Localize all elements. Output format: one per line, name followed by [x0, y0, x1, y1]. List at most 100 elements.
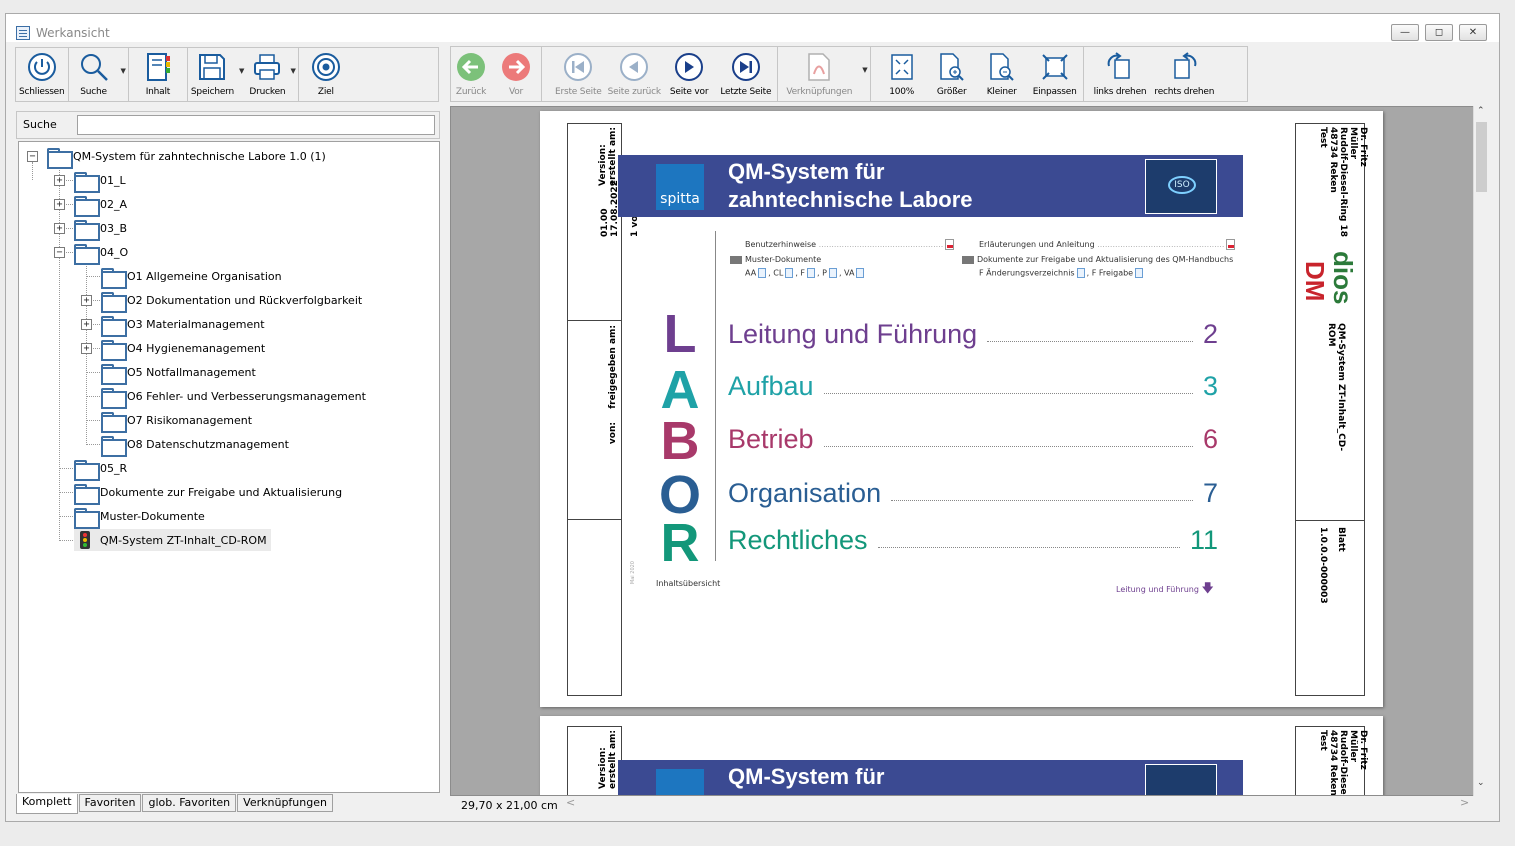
chevron-down-icon[interactable]: ▼: [119, 67, 128, 75]
zoom-100-button[interactable]: 100%: [877, 47, 927, 101]
expand-toggle[interactable]: +: [54, 199, 65, 210]
toc-item-leitung[interactable]: Leitung und Führung 2: [728, 319, 1218, 350]
folder-icon: [101, 267, 127, 289]
save-tool-button[interactable]: Speichern: [188, 48, 237, 101]
scroll-thumb[interactable]: [1476, 122, 1487, 192]
tree-item[interactable]: O2 Dokumentation und Rückverfolgbarkeit: [101, 290, 362, 313]
tree-item[interactable]: O1 Allgemeine Organisation: [101, 266, 282, 289]
power-icon: [25, 50, 59, 84]
minimize-button[interactable]: —: [1391, 24, 1419, 41]
blatt-value: 1.0.0.0-000003: [1318, 527, 1328, 604]
close-tool-button[interactable]: Schliessen: [16, 48, 68, 101]
tree-root[interactable]: QM-System für zahntechnische Labore 1.0 …: [47, 146, 326, 169]
tree-item[interactable]: Muster-Dokumente: [74, 506, 205, 529]
toc-item-rechtliches[interactable]: Rechtliches 11: [728, 525, 1218, 556]
previous-page-button[interactable]: Seite zurück: [605, 47, 664, 101]
vertical-scrollbar[interactable]: ⌃ ⌄: [1473, 106, 1489, 796]
expand-toggle[interactable]: +: [54, 175, 65, 186]
rotate-right-button[interactable]: rechts drehen: [1150, 47, 1218, 101]
play-right-icon: [672, 50, 706, 84]
folder-icon: [101, 435, 127, 457]
tree-item[interactable]: 05_R: [74, 458, 127, 481]
tree-item[interactable]: 01_L: [74, 170, 126, 193]
zoom-out-button[interactable]: Kleiner: [977, 47, 1027, 101]
tree-item[interactable]: 03_B: [74, 218, 127, 241]
doc-icon: [807, 268, 816, 278]
expand-toggle[interactable]: +: [54, 223, 65, 234]
skip-start-icon: [561, 50, 595, 84]
play-left-icon: [617, 50, 651, 84]
scroll-up-icon[interactable]: ⌃: [1477, 106, 1485, 116]
fit-page-icon: [1038, 50, 1072, 84]
zoom-in-button[interactable]: Größer: [927, 47, 977, 101]
folder-icon: [74, 483, 100, 505]
toc-item-aufbau[interactable]: Aufbau 3: [728, 371, 1218, 402]
chevron-down-icon[interactable]: ▼: [860, 66, 869, 74]
chevron-down-icon[interactable]: ▼: [237, 67, 246, 75]
tab-komplett[interactable]: Komplett: [16, 794, 78, 814]
scroll-right-icon[interactable]: >: [1460, 796, 1469, 809]
footer-right-link[interactable]: Leitung und Führung 🡇: [1116, 579, 1214, 600]
expand-toggle[interactable]: +: [81, 295, 92, 306]
footer-left: Inhaltsübersicht: [656, 579, 721, 588]
folder-icon: [101, 387, 127, 409]
tree-item[interactable]: O5 Notfallmanagement: [101, 362, 256, 385]
tab-verknuepfungen[interactable]: Verknüpfungen: [237, 794, 333, 812]
expand-toggle[interactable]: +: [81, 343, 92, 354]
scroll-left-icon[interactable]: <: [566, 796, 575, 809]
expand-toggle[interactable]: +: [81, 319, 92, 330]
tree-item[interactable]: 02_A: [74, 194, 127, 217]
links-button[interactable]: Verknüpfungen: [778, 47, 860, 101]
doc-icon: [856, 268, 865, 278]
window-title: Werkansicht: [36, 26, 110, 40]
scroll-down-icon[interactable]: ⌄: [1477, 778, 1485, 788]
maximize-button[interactable]: ◻: [1425, 24, 1453, 41]
search-tool-button[interactable]: Suche: [69, 48, 119, 101]
doc-icon: [828, 268, 837, 278]
folder-icon: [962, 255, 974, 264]
toc-item-betrieb[interactable]: Betrieb 6: [728, 424, 1218, 455]
first-page-button[interactable]: Erste Seite: [552, 47, 605, 101]
folder-icon: [74, 219, 100, 241]
tab-glob-favoriten[interactable]: glob. Favoriten: [142, 794, 237, 812]
search-row: Suche: [16, 111, 440, 139]
sample-docs-link[interactable]: Muster-Dokumente: [730, 255, 821, 264]
collapse-toggle[interactable]: −: [54, 247, 65, 258]
save-icon: [195, 50, 229, 84]
tree-item[interactable]: O3 Materialmanagement: [101, 314, 265, 337]
next-page-button[interactable]: Seite vor: [664, 47, 714, 101]
content-tool-button[interactable]: Inhalt: [129, 48, 187, 101]
tree-item[interactable]: O6 Fehler- und Verbesserungsmanagement: [101, 386, 366, 409]
folder-icon: [730, 255, 742, 264]
target-tool-button[interactable]: Ziel: [299, 48, 353, 101]
spitta-logo: spitta: [656, 164, 704, 210]
back-button[interactable]: Zurück: [451, 47, 491, 101]
doc-icon: [785, 268, 794, 278]
rotate-left-button[interactable]: links drehen: [1090, 47, 1151, 101]
tree-item[interactable]: Dokumente zur Freigabe und Aktualisierun…: [74, 482, 342, 505]
page-size-readout: 29,70 x 21,00 cm: [461, 799, 558, 812]
release-docs-link[interactable]: Dokumente zur Freigabe und Aktualisierun…: [962, 255, 1233, 264]
explanations-link[interactable]: Erläuterungen und Anleitung ............…: [979, 239, 1236, 250]
forward-button[interactable]: Vor: [491, 47, 541, 101]
close-button[interactable]: ✕: [1459, 24, 1487, 41]
toc-item-organisation[interactable]: Organisation 7: [728, 478, 1218, 509]
last-page-button[interactable]: Letzte Seite: [714, 47, 777, 101]
collapse-toggle[interactable]: −: [27, 151, 38, 162]
pdf-link-icon: [802, 50, 836, 84]
print-tool-button[interactable]: Drucken: [246, 48, 288, 101]
tab-favoriten[interactable]: Favoriten: [78, 794, 142, 812]
tree-tabs: Komplett Favoriten glob. Favoriten Verkn…: [16, 794, 334, 814]
tree-item-selected[interactable]: QM-System ZT-Inhalt_CD-ROM: [74, 529, 271, 551]
fit-button[interactable]: Einpassen: [1027, 47, 1083, 101]
search-input[interactable]: [77, 115, 435, 135]
rotate-right-icon: [1167, 50, 1201, 84]
doc-title: QM-System ZT-Inhalt_CD- ROM: [1326, 323, 1346, 452]
tree-item[interactable]: O7 Risikomanagement: [101, 410, 252, 433]
chevron-down-icon[interactable]: ▼: [288, 67, 297, 75]
tree-item[interactable]: O8 Datenschutzmanagement: [101, 434, 289, 457]
print-icon: [250, 50, 284, 84]
tree-item[interactable]: O4 Hygienemanagement: [101, 338, 265, 361]
user-notes-link[interactable]: Benutzerhinweise .......................…: [745, 239, 955, 250]
tree-item[interactable]: 04_O: [74, 242, 128, 265]
